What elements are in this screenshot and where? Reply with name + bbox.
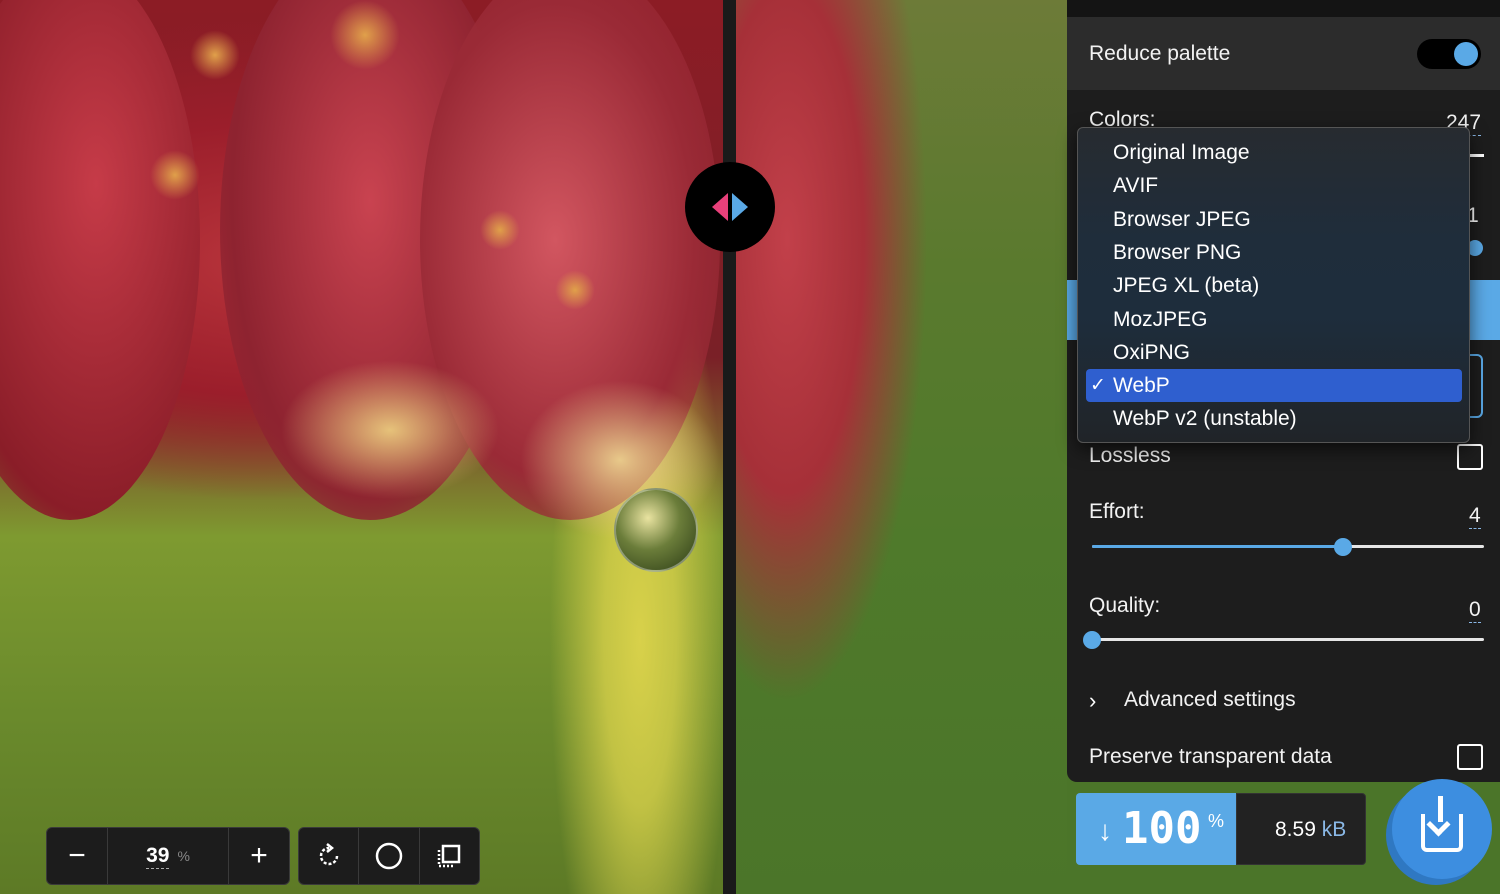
- reduce-palette-row: Reduce palette: [1067, 17, 1500, 90]
- rotate-icon: [319, 843, 338, 866]
- rotate-button[interactable]: [299, 828, 358, 884]
- zoom-in-button[interactable]: +: [229, 828, 289, 884]
- codec-option[interactable]: Browser JPEG: [1086, 203, 1462, 236]
- codec-option-label: JPEG XL (beta): [1113, 274, 1260, 298]
- file-size-unit: kB: [1321, 818, 1347, 841]
- codec-option-label: WebP: [1113, 374, 1170, 398]
- size-reduction-badge: ↓ 100 %: [1076, 793, 1256, 865]
- preserve-transparent-label: Preserve transparent data: [1089, 745, 1332, 768]
- effort-label: Effort:: [1089, 500, 1145, 523]
- lossless-label: Lossless: [1089, 444, 1171, 467]
- codec-option[interactable]: Browser PNG: [1086, 236, 1462, 269]
- compressed-image-pane: [727, 0, 1067, 894]
- comparison-divider[interactable]: [723, 0, 736, 894]
- water-droplet: [150, 150, 200, 200]
- minus-icon: −: [68, 839, 86, 872]
- quality-slider[interactable]: [1092, 638, 1484, 641]
- reduce-palette-toggle[interactable]: [1417, 39, 1481, 69]
- view-tools-toolbar: [298, 827, 480, 885]
- preserve-transparent-checkbox[interactable]: [1457, 744, 1483, 770]
- download-button[interactable]: [1392, 779, 1492, 879]
- petal-tip: [280, 360, 500, 500]
- codec-option-label: OxiPNG: [1113, 340, 1191, 364]
- effort-slider-thumb[interactable]: [1333, 538, 1352, 556]
- codec-option-label: Browser JPEG: [1113, 207, 1251, 231]
- plus-icon: +: [250, 839, 268, 872]
- zoom-out-button[interactable]: −: [47, 828, 107, 884]
- codec-option[interactable]: JPEG XL (beta): [1086, 269, 1462, 302]
- codec-option-label: MozJPEG: [1113, 307, 1208, 331]
- circle-icon: [375, 842, 403, 870]
- arrow-down-icon: ↓: [1098, 815, 1112, 846]
- download-icon: [1421, 796, 1463, 852]
- divider-handle[interactable]: [685, 162, 775, 252]
- effort-value[interactable]: 4: [1469, 504, 1481, 529]
- file-size-box: 8.59 kB: [1236, 793, 1366, 865]
- quality-slider-thumb[interactable]: [1083, 631, 1101, 649]
- codec-option[interactable]: WebP v2 (unstable): [1086, 402, 1462, 435]
- water-droplet: [190, 30, 240, 80]
- crop-icon: [438, 844, 461, 868]
- arrow-left-icon: [712, 193, 728, 221]
- codec-option-label: WebP v2 (unstable): [1113, 407, 1297, 431]
- crop-toggle-button[interactable]: [420, 828, 479, 884]
- panel-header-strip: [1067, 0, 1500, 17]
- advanced-settings-toggle[interactable]: Advanced settings: [1124, 688, 1296, 712]
- file-size-value: 8.59: [1275, 818, 1316, 841]
- quality-label: Quality:: [1089, 594, 1161, 617]
- effort-slider-fill: [1092, 545, 1343, 548]
- codec-option[interactable]: OxiPNG: [1086, 336, 1462, 369]
- size-reduction-percent: 100: [1122, 803, 1202, 854]
- percent-sign: %: [1208, 811, 1225, 831]
- codec-option[interactable]: AVIF: [1086, 169, 1462, 202]
- arrow-right-icon: [732, 193, 748, 221]
- zoom-unit: %: [177, 848, 190, 864]
- zoom-toolbar: − 39 % +: [46, 827, 290, 885]
- lossless-checkbox[interactable]: [1457, 444, 1483, 470]
- codec-option-label: Browser PNG: [1113, 240, 1242, 264]
- reduce-palette-label: Reduce palette: [1089, 42, 1231, 65]
- compression-result: ↓ 100 % 8.59 kB: [1076, 793, 1366, 865]
- checkmark-icon: ✓: [1090, 375, 1106, 397]
- zoom-value[interactable]: 39: [146, 844, 170, 869]
- codec-dropdown-menu: Original Image AVIF Browser JPEG Browser PN…: [1077, 127, 1470, 443]
- chevron-right-icon: ›: [1089, 688, 1097, 713]
- toggle-knob: [1454, 42, 1478, 66]
- codec-option-label: AVIF: [1113, 174, 1159, 198]
- water-droplet: [480, 210, 520, 250]
- codec-option-label: Original Image: [1113, 141, 1250, 164]
- original-image-pane: [0, 0, 727, 894]
- hanging-droplet: [614, 488, 698, 572]
- petal-shape: [0, 0, 200, 520]
- codec-option[interactable]: Original Image: [1086, 136, 1462, 169]
- codec-option[interactable]: ✓ WebP: [1086, 369, 1462, 403]
- quality-value[interactable]: 0: [1469, 598, 1481, 623]
- water-droplet: [555, 270, 595, 310]
- zoom-level-field[interactable]: 39 %: [108, 828, 228, 884]
- background-toggle-button[interactable]: [359, 828, 418, 884]
- codec-option[interactable]: MozJPEG: [1086, 303, 1462, 336]
- colors-slider-fragment: [1470, 154, 1484, 157]
- water-droplet: [330, 0, 400, 70]
- file-size: 8.59 kB: [1275, 818, 1346, 842]
